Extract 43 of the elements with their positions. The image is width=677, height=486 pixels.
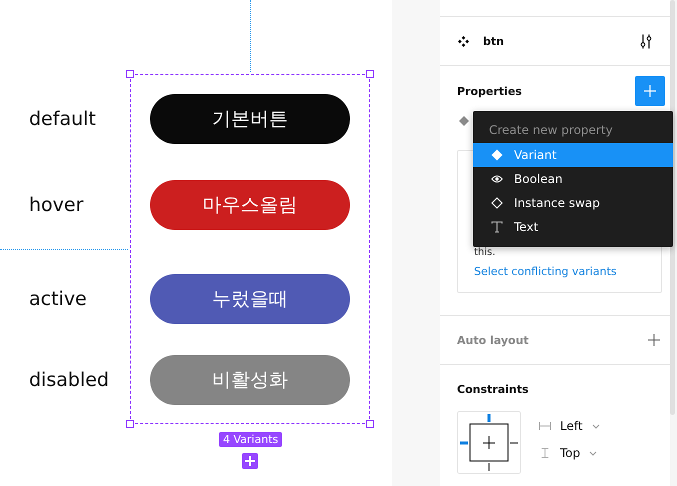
resize-handle[interactable] bbox=[126, 420, 134, 428]
horizontal-constraint-dropdown[interactable]: Left bbox=[539, 419, 600, 433]
variant-button[interactable]: 누렀을때 bbox=[150, 274, 350, 324]
diamond-icon bbox=[491, 149, 503, 161]
component-name: btn bbox=[483, 34, 505, 48]
diamond-outline-icon bbox=[491, 197, 503, 209]
menu-item[interactable]: Boolean bbox=[473, 167, 673, 191]
menu-item[interactable]: Text bbox=[473, 215, 673, 239]
horizontal-constraint-icon bbox=[539, 421, 551, 431]
scrollbar-thumb[interactable] bbox=[670, 0, 675, 415]
variant-label: hover bbox=[29, 193, 84, 218]
text-icon bbox=[491, 221, 503, 233]
resize-handle[interactable] bbox=[366, 420, 374, 428]
add-icon[interactable] bbox=[648, 334, 660, 346]
resize-handle[interactable] bbox=[366, 70, 374, 78]
settings-icon[interactable] bbox=[640, 34, 652, 48]
component-icon bbox=[458, 36, 469, 46]
eye-icon bbox=[491, 173, 503, 185]
section-title: Constraints bbox=[457, 383, 529, 396]
variant-button[interactable]: 마우스올림 bbox=[150, 180, 350, 230]
section-title: Properties bbox=[457, 84, 522, 98]
section-title: Auto layout bbox=[457, 334, 529, 346]
vertical-constraint-dropdown[interactable]: Top bbox=[539, 446, 600, 460]
vertical-constraint-icon bbox=[539, 448, 551, 458]
chevron-down-icon bbox=[589, 450, 598, 456]
select-conflicting-link[interactable]: Select conflicting variants bbox=[474, 265, 617, 278]
menu-heading: Create new property bbox=[488, 122, 614, 139]
variant-button[interactable]: 기본버튼 bbox=[150, 94, 350, 144]
variant-label: active bbox=[29, 287, 87, 312]
constraint-widget[interactable] bbox=[457, 411, 521, 474]
add-property-button[interactable] bbox=[635, 76, 665, 106]
variants-badge[interactable]: 4 Variants bbox=[219, 432, 282, 447]
plus-icon bbox=[644, 85, 656, 97]
variant-button[interactable]: 비활성화 bbox=[150, 355, 350, 405]
diamond-icon bbox=[459, 116, 469, 126]
conflict-message: this. bbox=[474, 247, 496, 258]
resize-handle[interactable] bbox=[126, 70, 134, 78]
add-icon[interactable] bbox=[242, 453, 258, 469]
chevron-down-icon bbox=[592, 424, 600, 428]
variant-label: default bbox=[29, 107, 96, 132]
variant-label: disabled bbox=[29, 368, 109, 393]
menu-item[interactable]: Instance swap bbox=[473, 191, 673, 215]
guide-line bbox=[250, 0, 251, 72]
